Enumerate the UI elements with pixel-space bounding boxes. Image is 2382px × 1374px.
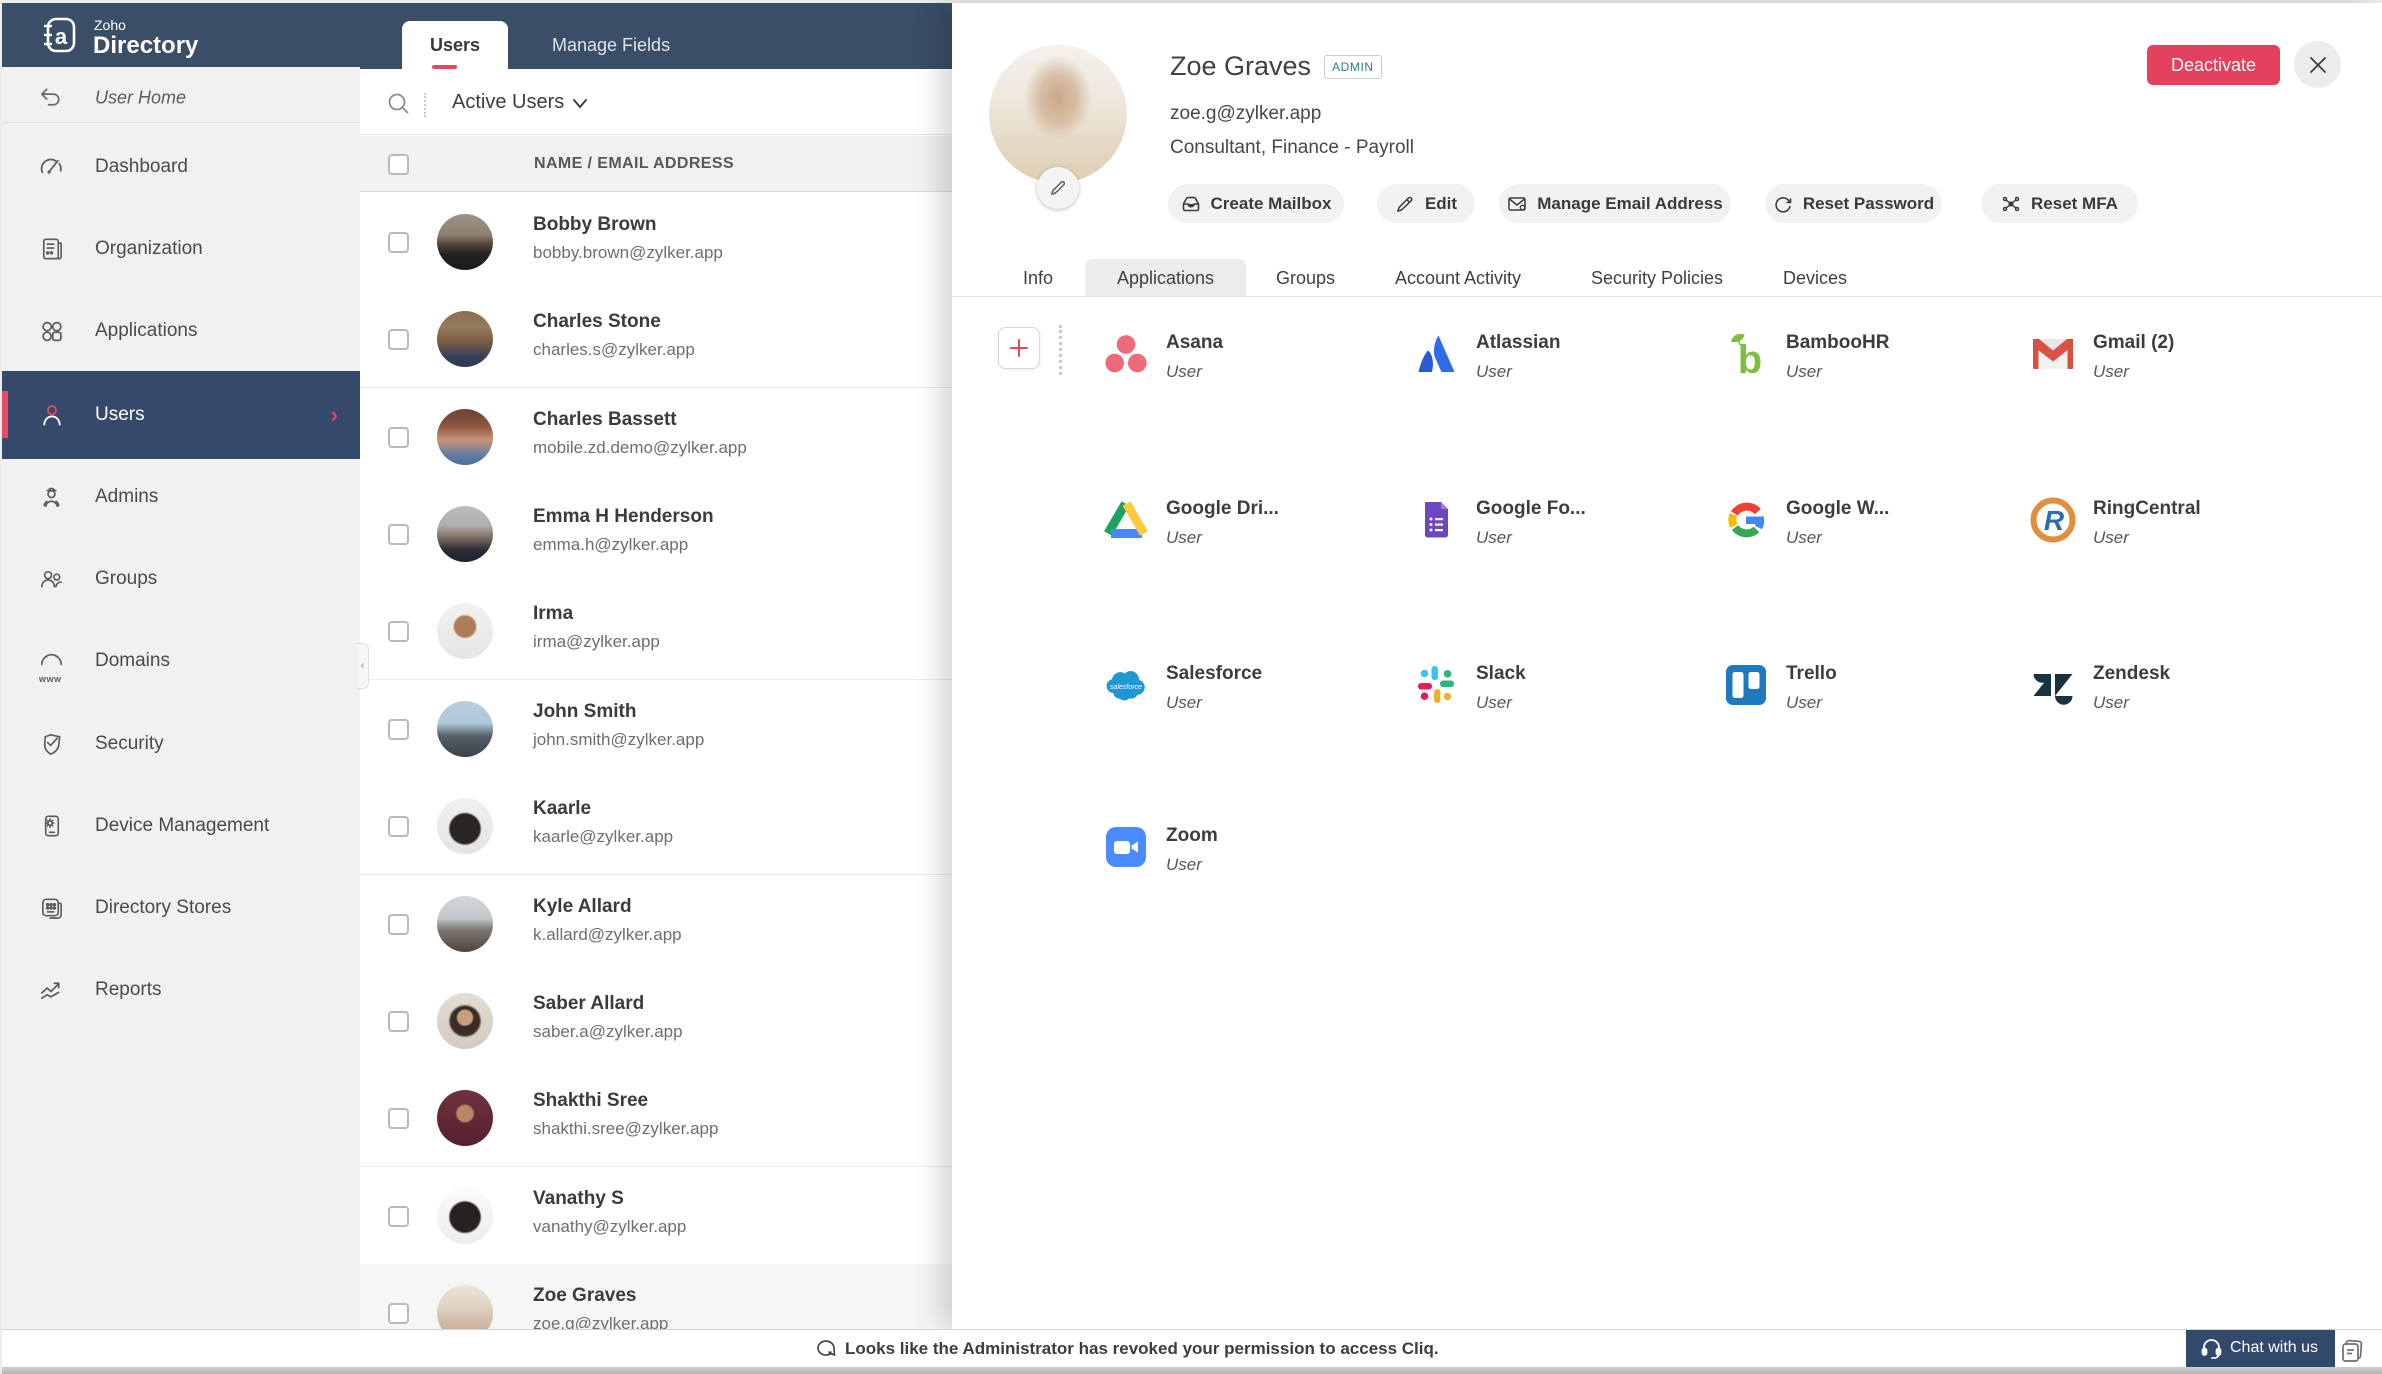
svg-text:salesforce: salesforce — [1110, 684, 1142, 691]
svg-text:b: b — [1738, 338, 1762, 377]
svg-text:a: a — [55, 24, 68, 49]
svg-text:R: R — [2044, 505, 2065, 536]
